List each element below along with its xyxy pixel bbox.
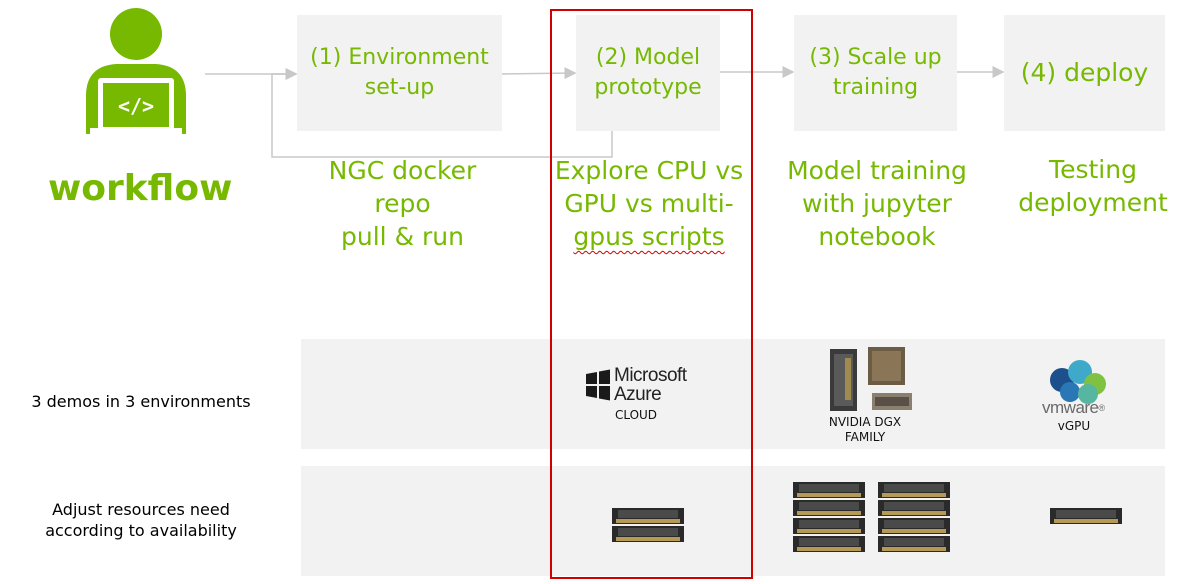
step-3-desc-line: with jupyter — [802, 189, 952, 218]
step-4-description: Testing deployment — [1010, 153, 1176, 219]
dgx-caption: NVIDIA DGX FAMILY — [828, 415, 902, 444]
step-1-description: NGC docker repo pull & run — [300, 154, 505, 253]
step-4-desc-line: deployment — [1018, 188, 1168, 217]
step-4-desc-line: Testing — [1049, 155, 1137, 184]
row-label-resources: Adjust resources need according to avail… — [45, 500, 237, 540]
vmware-brand: vmware® — [1042, 398, 1105, 417]
step-3-line1: (3) Scale up — [809, 45, 942, 70]
step-3-box: (3) Scale up training — [794, 15, 957, 131]
step-4-line1: (4) deploy — [1020, 58, 1149, 87]
step-1-line1: (1) Environment — [310, 45, 489, 70]
step-1-box: (1) Environment set-up — [297, 15, 502, 131]
step-1-line2: set-up — [364, 75, 435, 100]
step-3-description: Model training with jupyter notebook — [776, 154, 978, 253]
step-3-line2: training — [832, 75, 919, 100]
step-1-desc-line: repo — [374, 189, 431, 218]
highlight-step-2 — [550, 9, 753, 579]
step-3-desc-line: Model training — [787, 156, 967, 185]
step-3-desc-line: notebook — [818, 222, 936, 251]
workflow-title: workflow — [48, 168, 233, 209]
vmware-caption: vGPU — [1057, 419, 1091, 433]
row-label-environments: 3 demos in 3 environments — [31, 392, 251, 411]
step-1-desc-line: pull & run — [341, 222, 464, 251]
step-1-desc-line: NGC docker — [328, 156, 477, 185]
step-4-box: (4) deploy — [1004, 15, 1165, 131]
